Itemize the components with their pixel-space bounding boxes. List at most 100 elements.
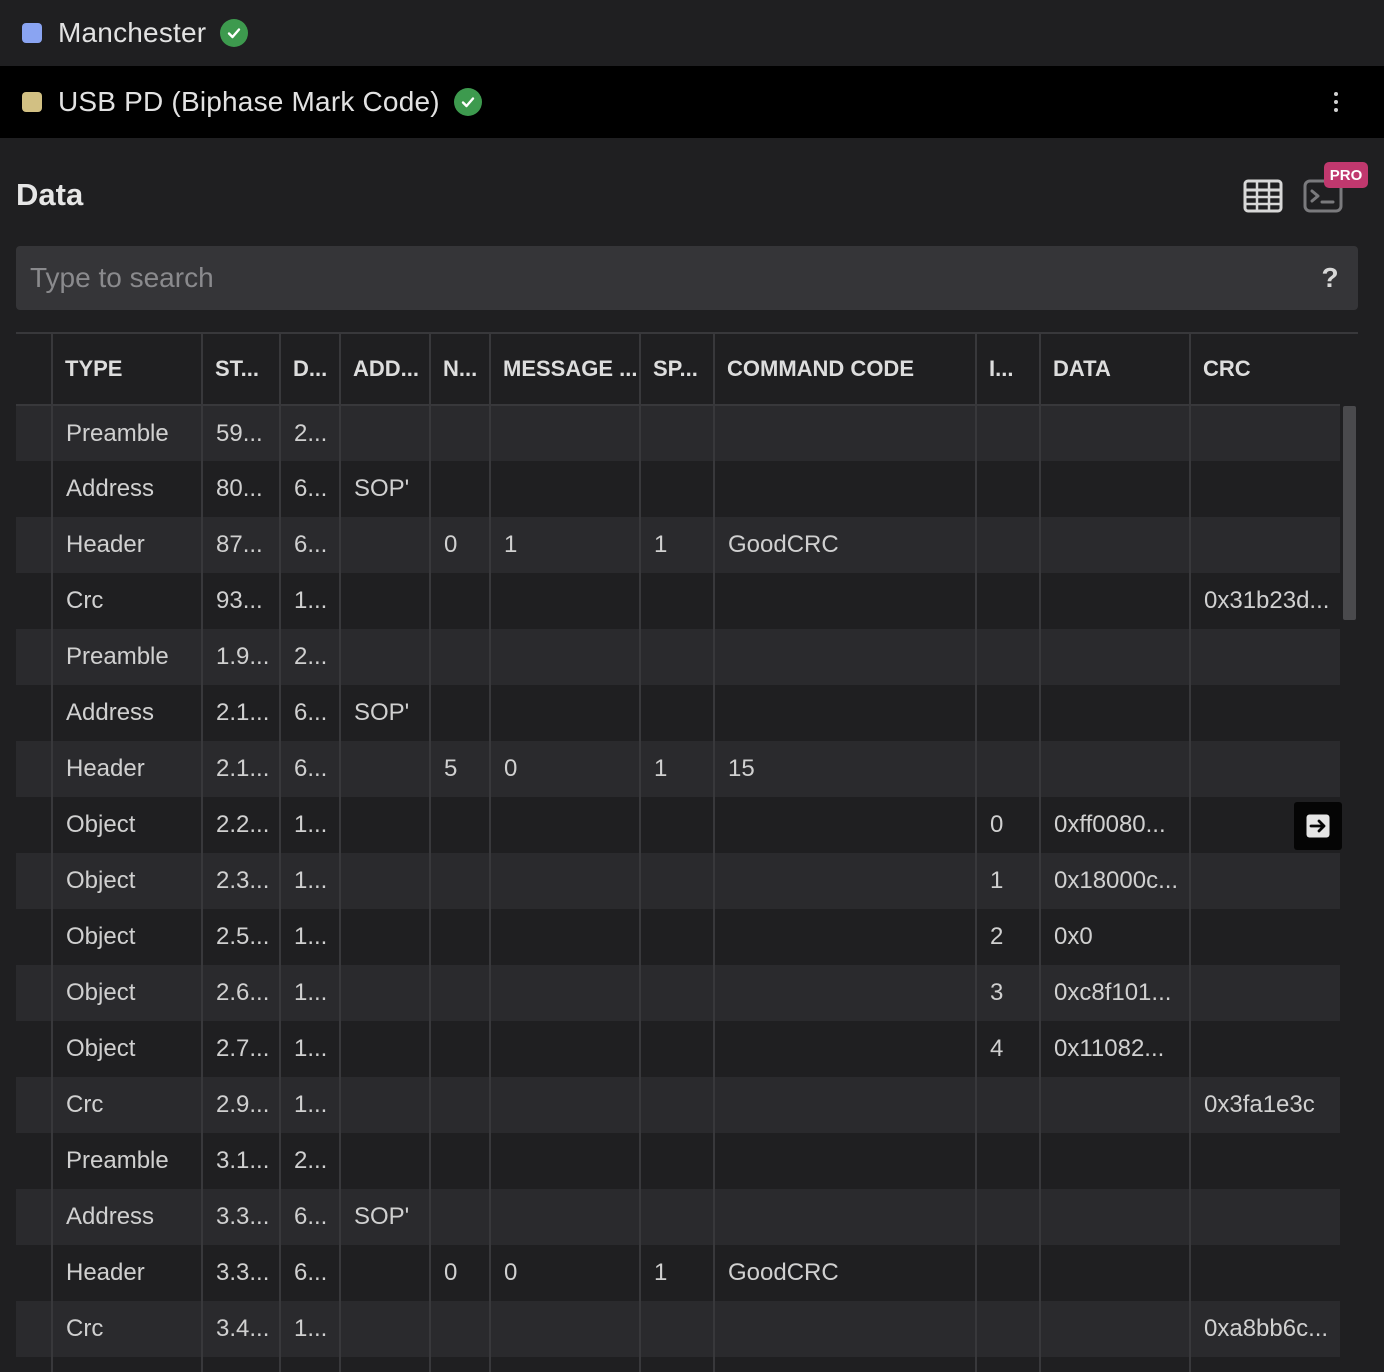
cell-gutter [16, 685, 53, 741]
arrow-right-box-icon[interactable] [1294, 802, 1342, 850]
cell-index [976, 1301, 1041, 1357]
cell-spec [640, 1077, 715, 1133]
cell-data: 0x11082... [1040, 1021, 1191, 1077]
cell-crc [1190, 965, 1340, 1021]
cell-type: Preamble [52, 1133, 203, 1189]
search-help-button[interactable]: ? [1302, 262, 1358, 294]
table-row[interactable]: Header 3.3... 6... 0 0 1 GoodCRC [16, 1245, 1340, 1301]
cell-start: 3.4... [202, 1301, 281, 1357]
table-row[interactable]: Preamble 3.1... 2... [16, 1133, 1340, 1189]
cell-crc [1190, 517, 1340, 573]
table-row[interactable]: Address 80... 6... SOP' [16, 461, 1340, 517]
column-header-data[interactable]: DATA [1040, 334, 1191, 406]
column-header-duration[interactable]: D... [280, 334, 341, 406]
table-row[interactable]: Object 2.3... 1... 1 0x18000c... [16, 853, 1340, 909]
cell-type [52, 1357, 203, 1372]
cell-address [340, 1301, 431, 1357]
cell-crc [1190, 685, 1340, 741]
cell-crc [1190, 1133, 1340, 1189]
cell-type: Object [52, 909, 203, 965]
cell-command-code [714, 1301, 977, 1357]
cell-duration [280, 1357, 341, 1372]
cell-gutter [16, 1133, 53, 1189]
cell-type: Address [52, 685, 203, 741]
table-row[interactable]: Crc 93... 1... 0x31b23d... [16, 573, 1340, 629]
cell-index [976, 741, 1041, 797]
cell-spec [640, 1301, 715, 1357]
search-input[interactable] [16, 262, 1302, 294]
column-header-num-objects[interactable]: N... [430, 334, 491, 406]
data-panel-header: Data [16, 170, 83, 220]
cell-spec [640, 573, 715, 629]
column-header-start[interactable]: ST... [202, 334, 281, 406]
cell-start [202, 1357, 281, 1372]
cell-data [1040, 629, 1191, 685]
cell-command-code [714, 1357, 977, 1372]
cell-duration: 1... [280, 853, 341, 909]
cell-address [340, 1021, 431, 1077]
table-row[interactable]: Header 87... 6... 0 1 1 GoodCRC [16, 517, 1340, 573]
table-row[interactable]: Header 2.1... 6... 5 0 1 15 [16, 741, 1340, 797]
cell-gutter [16, 1301, 53, 1357]
column-header-spec[interactable]: SP... [640, 334, 715, 406]
cell-type: Object [52, 853, 203, 909]
cell-duration: 1... [280, 1301, 341, 1357]
kebab-menu-icon[interactable] [1324, 90, 1348, 114]
cell-gutter [16, 573, 53, 629]
cell-message-id: 1 [490, 517, 641, 573]
cell-num-objects [430, 461, 491, 517]
analyzer-row-usb-pd[interactable]: USB PD (Biphase Mark Code) [0, 66, 1384, 138]
column-header-command-code[interactable]: COMMAND CODE [714, 334, 977, 406]
cell-command-code [714, 1021, 977, 1077]
cell-message-id [490, 1021, 641, 1077]
cell-duration: 6... [280, 517, 341, 573]
table-row[interactable]: Crc 3.4... 1... 0xa8bb6c... [16, 1301, 1340, 1357]
cell-spec [640, 1133, 715, 1189]
cell-message-id: 0 [490, 741, 641, 797]
table-row[interactable]: Object 2.7... 1... 4 0x11082... [16, 1021, 1340, 1077]
cell-crc: 0x3fa1e3c [1190, 1077, 1340, 1133]
cell-start: 93... [202, 573, 281, 629]
cell-num-objects [430, 853, 491, 909]
cell-crc [1190, 1357, 1340, 1372]
table-row[interactable]: Object 2.6... 1... 3 0xc8f101... [16, 965, 1340, 1021]
cell-address [340, 405, 431, 461]
cell-spec [640, 853, 715, 909]
column-header-address[interactable]: ADD... [340, 334, 431, 406]
cell-data [1040, 461, 1191, 517]
table-row[interactable]: Crc 2.9... 1... 0x3fa1e3c [16, 1077, 1340, 1133]
cell-gutter [16, 1077, 53, 1133]
cell-start: 80... [202, 461, 281, 517]
column-header-type[interactable]: TYPE [52, 334, 203, 406]
data-panel-title: Data [16, 177, 84, 212]
cell-message-id [490, 909, 641, 965]
analyzer-color-swatch [22, 92, 42, 112]
table-row[interactable]: Preamble 1.9... 2... [16, 629, 1340, 685]
table-row[interactable]: Address 3.3... 6... SOP' [16, 1189, 1340, 1245]
table-row[interactable]: Object 2.2... 1... 0 0xff0080... [16, 797, 1340, 853]
column-header-index[interactable]: I... [976, 334, 1041, 406]
cell-start: 2.5... [202, 909, 281, 965]
analyzer-row-manchester[interactable]: Manchester [0, 0, 1384, 66]
cell-message-id [490, 1077, 641, 1133]
table-scrollbar-thumb[interactable] [1343, 406, 1356, 620]
table-row[interactable]: Object 2.5... 1... 2 0x0 [16, 909, 1340, 965]
cell-gutter [16, 909, 53, 965]
cell-spec [640, 797, 715, 853]
cell-start: 2.6... [202, 965, 281, 1021]
table-row[interactable]: Address 2.1... 6... SOP' [16, 685, 1340, 741]
cell-gutter [16, 797, 53, 853]
column-header-message-id[interactable]: MESSAGE ... [490, 334, 641, 406]
table-row[interactable] [16, 1357, 1340, 1372]
table-row[interactable]: Preamble 59... 2... [16, 405, 1340, 461]
cell-address: SOP' [340, 1189, 431, 1245]
grid-icon[interactable] [1240, 176, 1286, 216]
column-header-crc[interactable]: CRC [1190, 334, 1340, 406]
cell-num-objects [430, 1133, 491, 1189]
cell-message-id [490, 1301, 641, 1357]
cell-duration: 1... [280, 573, 341, 629]
cell-start: 2.3... [202, 853, 281, 909]
cell-num-objects [430, 573, 491, 629]
cell-index [976, 1077, 1041, 1133]
table-header-row: TYPE ST... D... ADD... N... MESSAGE ... … [16, 334, 1340, 406]
